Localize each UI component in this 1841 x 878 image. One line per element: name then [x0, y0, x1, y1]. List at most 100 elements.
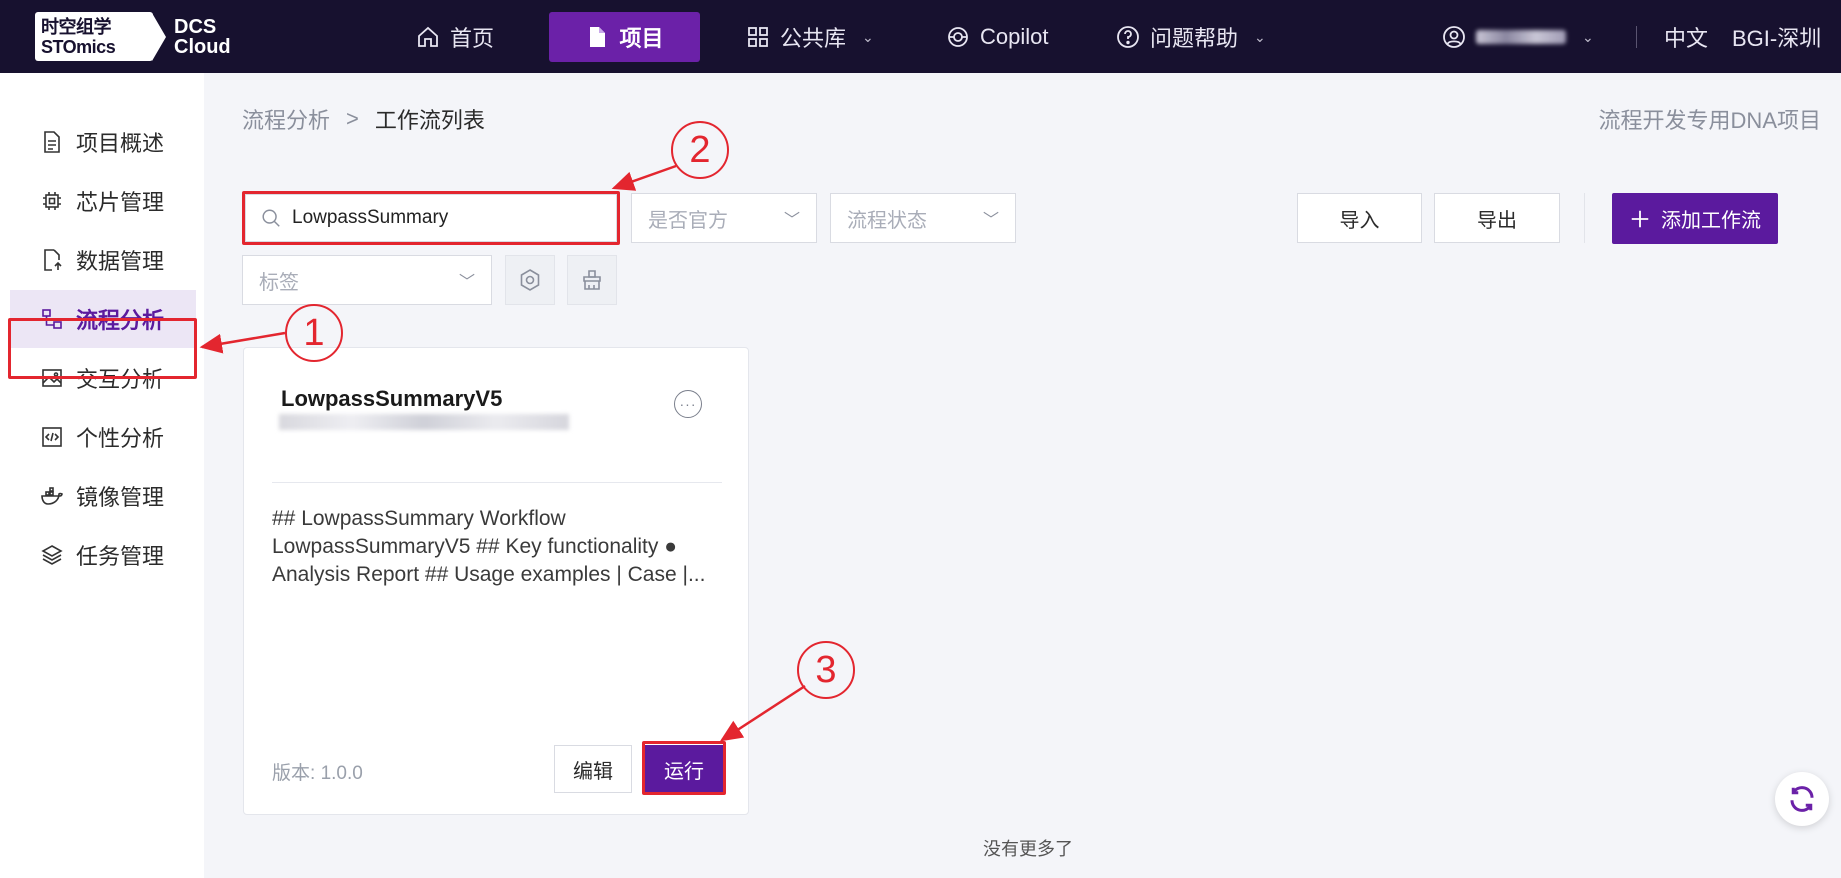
breadcrumb: 流程分析 > 工作流列表 [242, 103, 485, 135]
sidebar-item-chip-management[interactable]: 芯片管理 [10, 172, 196, 230]
status-filter-placeholder: 流程状态 [847, 209, 927, 232]
user-menu[interactable]: ⌄ [1426, 12, 1610, 62]
language-label: 中文 [1664, 26, 1709, 51]
sidebar-item-label: 芯片管理 [76, 190, 165, 215]
breadcrumb-parent[interactable]: 流程分析 [242, 103, 330, 135]
user-avatar-icon [1443, 26, 1465, 48]
workflow-card-title: LowpassSummaryV5 [281, 386, 503, 411]
version-label: 版本: [272, 763, 316, 784]
sidebar-item-label: 任务管理 [76, 544, 165, 569]
tag-filter-placeholder: 标签 [259, 271, 299, 294]
nav-project[interactable]: 项目 [549, 12, 700, 62]
chevron-down-icon: ﹀ [783, 212, 800, 229]
search-box[interactable] [245, 194, 617, 242]
chevron-down-icon: ⌄ [1582, 28, 1594, 45]
workflow-card[interactable]: LowpassSummaryV5 ··· ## LowpassSummary W… [243, 347, 749, 815]
sidebar-item-label: 镜像管理 [76, 485, 165, 510]
nav-project-label: 项目 [619, 26, 664, 51]
run-button[interactable]: 运行 [645, 745, 723, 793]
breadcrumb-current: 工作流列表 [374, 108, 485, 133]
sidebar-item-data-management[interactable]: 数据管理 [10, 231, 196, 289]
nav-public-library[interactable]: 公共库 ⌄ [730, 12, 890, 62]
broom-icon [583, 270, 601, 290]
workflow-card-version: 版本: 1.0.0 [272, 758, 363, 785]
main-nav: 首页 项目 公共库 ⌄ Copilot 问题帮助 ⌄ ⌄ 中文 BGI-深圳 [0, 0, 1841, 73]
sidebar-item-project-overview[interactable]: 项目概述 [10, 113, 196, 171]
sidebar-item-task-management[interactable]: 任务管理 [10, 526, 196, 584]
more-options-icon[interactable]: ··· [674, 390, 702, 418]
sidebar-item-label: 数据管理 [76, 249, 165, 274]
version-value: 1.0.0 [320, 763, 363, 784]
annotation-step-3: 3 [797, 641, 855, 699]
code-icon [42, 427, 62, 447]
add-workflow-button[interactable]: 添加工作流 [1612, 193, 1778, 244]
topbar-divider [1636, 26, 1637, 48]
refresh-icon [1790, 786, 1814, 812]
import-button-label: 导入 [1339, 209, 1380, 232]
import-button[interactable]: 导入 [1297, 193, 1422, 243]
nav-copilot-label: Copilot [980, 24, 1049, 49]
nav-copilot[interactable]: Copilot [930, 12, 1064, 62]
arrow-step-1 [199, 331, 286, 354]
search-icon [262, 209, 280, 227]
status-filter-select[interactable]: 流程状态 ﹀ [830, 193, 1016, 243]
project-name: 流程开发专用DNA项目 [1598, 108, 1821, 133]
more-options-dots: ··· [679, 396, 697, 412]
sidebar-item-label: 交互分析 [76, 367, 165, 392]
sidebar: 项目概述 芯片管理 数据管理 流程分析 交互分析 个性分析 镜像管理 任务管理 [0, 73, 204, 878]
edit-button-label: 编辑 [573, 760, 613, 783]
layers-icon [41, 545, 63, 565]
sidebar-item-image-management[interactable]: 镜像管理 [10, 467, 196, 525]
tag-filter-select[interactable]: 标签 ﹀ [242, 255, 492, 305]
workflow-icon [42, 309, 62, 329]
sidebar-item-custom-analysis[interactable]: 个性分析 [10, 408, 196, 466]
no-more-text: 没有更多了 [983, 839, 1073, 859]
export-button-label: 导出 [1477, 209, 1517, 232]
nav-home[interactable]: 首页 [400, 12, 510, 62]
region-label: BGI-深圳 [1732, 26, 1822, 51]
chevron-down-icon: ﹀ [458, 274, 475, 291]
chip-icon [43, 192, 61, 210]
hexagon-settings-icon [520, 269, 540, 291]
refresh-float-button[interactable] [1775, 772, 1829, 826]
nav-public-library-label: 公共库 [780, 26, 847, 51]
clear-filter-button[interactable] [567, 255, 617, 305]
workflow-card-description: ## LowpassSummary Workflow LowpassSummar… [272, 507, 706, 586]
arrow-step-2 [611, 164, 677, 191]
card-divider [272, 482, 722, 483]
document-icon [44, 131, 60, 153]
help-icon [1117, 26, 1139, 48]
docker-icon [41, 487, 63, 505]
edit-button[interactable]: 编辑 [554, 745, 632, 793]
settings-filter-button[interactable] [505, 255, 555, 305]
chevron-down-icon: ⌄ [1254, 28, 1266, 45]
annotation-step-1: 1 [285, 304, 343, 362]
plus-icon [1631, 210, 1649, 227]
data-upload-icon [44, 249, 62, 271]
search-input[interactable] [292, 207, 592, 229]
sidebar-item-interactive-analysis[interactable]: 交互分析 [10, 349, 196, 407]
image-icon [42, 369, 62, 387]
annotation-step-2-number: 2 [689, 128, 711, 171]
chevron-down-icon: ﹀ [982, 212, 999, 229]
chevron-down-icon: ⌄ [862, 28, 874, 45]
sidebar-item-label: 项目概述 [76, 131, 165, 156]
annotation-step-2: 2 [671, 121, 729, 179]
nav-home-label: 首页 [450, 26, 495, 51]
annotation-step-1-number: 1 [303, 311, 325, 354]
sidebar-item-label: 流程分析 [76, 308, 165, 333]
home-icon [418, 26, 438, 47]
username-redacted [1476, 30, 1566, 44]
language-switch[interactable]: 中文 [1648, 12, 1724, 62]
export-button[interactable]: 导出 [1434, 193, 1560, 243]
workflow-card-meta-redacted [279, 414, 569, 430]
region-switch[interactable]: BGI-深圳 [1716, 12, 1837, 62]
copilot-icon [948, 27, 968, 47]
top-navigation-bar: 时空组学 STOmics DCS Cloud 首页 项目 公共库 ⌄ Copil… [0, 0, 1841, 73]
sidebar-item-workflow-analysis[interactable]: 流程分析 [10, 290, 196, 348]
official-filter-placeholder: 是否官方 [648, 209, 728, 232]
add-workflow-label: 添加工作流 [1661, 210, 1761, 232]
nav-help[interactable]: 问题帮助 ⌄ [1100, 12, 1282, 62]
annotation-step-3-number: 3 [815, 648, 837, 691]
official-filter-select[interactable]: 是否官方 ﹀ [631, 193, 817, 243]
